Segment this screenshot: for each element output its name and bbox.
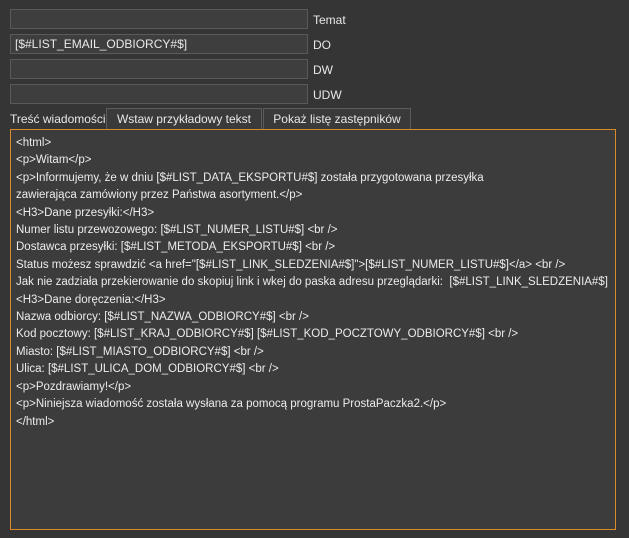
bcc-field[interactable] — [10, 84, 308, 104]
message-body-editor[interactable]: <html> <p>Witam</p> <p>Informujemy, że w d… — [10, 129, 616, 530]
code-line: Miasto: [$#LIST_MIASTO_ODBIORCY#$] <br /… — [16, 345, 264, 358]
code-line: <p>Pozdrawiamy!</p> — [16, 380, 132, 393]
subject-label: Temat — [313, 13, 346, 27]
cc-label: DW — [313, 63, 333, 77]
code-line: <H3>Dane przesyłki:</H3> — [16, 206, 155, 219]
subject-field[interactable] — [10, 9, 308, 29]
code-line: Numer listu przewozowego: [$#LIST_NUMER_… — [16, 224, 338, 237]
code-line: <p>Informujemy, że w dniu [$#LIST_DATA_E… — [16, 171, 484, 184]
code-line: <p>Niniejsza wiadomość została wysłana z… — [16, 398, 447, 411]
code-line: Status możesz sprawdzić <a href="[$#LIST… — [16, 258, 566, 271]
code-line: Nazwa odbiorcy: [$#LIST_NAZWA_ODBIORCY#$… — [16, 311, 309, 324]
to-label: DO — [313, 38, 331, 52]
message-body-content: <html> <p>Witam</p> <p>Informujemy, że w d… — [11, 130, 615, 436]
code-line: </html> — [16, 415, 55, 428]
code-line: Jak nie zadziała przekierowanie do skopi… — [16, 276, 608, 289]
code-line: <html> — [16, 137, 52, 149]
cc-field[interactable] — [10, 59, 308, 79]
bcc-label: UDW — [313, 88, 342, 102]
show-placeholders-button[interactable]: Pokaż listę zastępników — [263, 108, 411, 130]
insert-sample-text-button[interactable]: Wstaw przykładowy tekst — [106, 108, 262, 130]
message-body-label: Treść wiadomości: — [10, 112, 109, 126]
code-line: zawierająca zamówiony przez Państwa asor… — [16, 189, 303, 202]
to-field[interactable] — [10, 34, 308, 54]
code-line: <p>Witam</p> — [16, 154, 92, 167]
code-line: Kod pocztowy: [$#LIST_KRAJ_ODBIORCY#$] [… — [16, 328, 519, 341]
code-line: Dostawca przesyłki: [$#LIST_METODA_EKSPO… — [16, 241, 336, 254]
code-line: Ulica: [$#LIST_ULICA_DOM_ODBIORCY#$] <br… — [16, 363, 279, 376]
code-line: <H3>Dane doręczenia:</H3> — [16, 293, 166, 306]
